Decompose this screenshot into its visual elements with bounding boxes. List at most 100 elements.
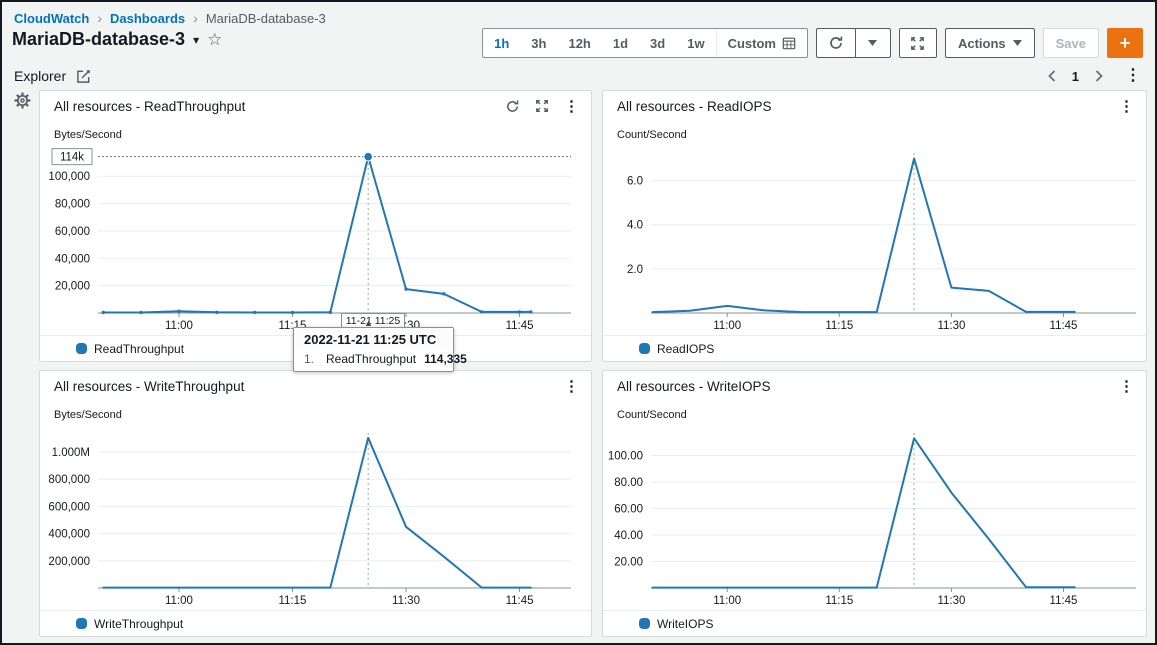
- chart-legend[interactable]: WriteThroughput: [40, 610, 591, 636]
- pager-kebab-menu-icon[interactable]: ⋮: [1125, 68, 1141, 84]
- svg-text:100,000: 100,000: [48, 171, 90, 183]
- breadcrumb-cloudwatch[interactable]: CloudWatch: [14, 11, 89, 26]
- refresh-icon[interactable]: [505, 99, 520, 114]
- range-custom-label: Custom: [728, 36, 776, 51]
- svg-text:800,000: 800,000: [48, 474, 90, 486]
- legend-label: ReadThroughput: [94, 342, 184, 356]
- svg-text:60,000: 60,000: [55, 226, 90, 238]
- actions-button[interactable]: Actions: [945, 28, 1035, 58]
- chevron-down-icon: [868, 40, 877, 46]
- chart-canvas[interactable]: 20.0040.0060.0080.00100.0011:0011:1511:3…: [603, 425, 1146, 610]
- svg-text:114k: 114k: [60, 152, 84, 164]
- breadcrumb-dashboards[interactable]: Dashboards: [110, 11, 185, 26]
- time-range-group: 1h 3h 12h 1d 3d 1w Custom: [482, 28, 808, 58]
- chart-widget-writethroughput: All resources - WriteThroughput ⋮ Bytes/…: [39, 370, 592, 637]
- svg-text:11:30: 11:30: [937, 320, 965, 332]
- svg-text:11:15: 11:15: [279, 595, 307, 607]
- kebab-menu-icon[interactable]: ⋮: [564, 379, 579, 394]
- range-3h[interactable]: 3h: [520, 29, 557, 57]
- chevron-left-icon[interactable]: [1048, 70, 1056, 82]
- range-1w[interactable]: 1w: [676, 29, 715, 57]
- expand-icon[interactable]: [535, 99, 549, 113]
- refresh-options-button[interactable]: [855, 28, 891, 58]
- chart-canvas[interactable]: 2.04.06.011:0011:1511:3011:45: [603, 145, 1146, 335]
- tooltip-series-name: ReadThroughput: [326, 352, 416, 366]
- svg-text:60.00: 60.00: [614, 504, 643, 516]
- widget-pager: 1 ⋮: [1048, 68, 1141, 84]
- chevron-right-icon[interactable]: [1095, 70, 1103, 82]
- favorite-star-icon[interactable]: ☆: [207, 31, 222, 48]
- legend-marker: [639, 618, 650, 629]
- chevron-down-icon: [1013, 40, 1022, 46]
- svg-text:11:30: 11:30: [392, 595, 420, 607]
- svg-text:11:45: 11:45: [506, 595, 534, 607]
- y-axis-unit-label: Count/Second: [603, 401, 1146, 425]
- hover-timestamp-box: 11-21 11:25: [341, 313, 405, 328]
- chart-title: All resources - ReadIOPS: [617, 99, 772, 114]
- chart-widget-readiops: All resources - ReadIOPS ⋮ Count/Second …: [602, 90, 1147, 362]
- svg-text:11:00: 11:00: [713, 320, 741, 332]
- chart-widget-readthroughput: All resources - ReadThroughput ⋮ Bytes/S…: [39, 90, 592, 362]
- edit-icon[interactable]: [76, 69, 91, 84]
- svg-text:11:30: 11:30: [937, 595, 965, 607]
- range-1d[interactable]: 1d: [602, 29, 639, 57]
- svg-text:2.0: 2.0: [627, 264, 643, 276]
- kebab-menu-icon[interactable]: ⋮: [1119, 379, 1134, 394]
- chart-legend[interactable]: WriteIOPS: [603, 610, 1146, 636]
- legend-label: ReadIOPS: [657, 342, 714, 356]
- explorer-row: Explorer: [14, 68, 91, 84]
- tooltip-series-row: 1. ReadThroughput 114,335: [294, 350, 453, 371]
- chart-canvas[interactable]: 200,000400,000600,000800,0001.000M11:001…: [40, 425, 591, 610]
- svg-text:11:15: 11:15: [825, 595, 853, 607]
- tooltip-series-value: 114,335: [424, 352, 467, 366]
- chart-title: All resources - ReadThroughput: [54, 99, 245, 114]
- kebab-menu-icon[interactable]: ⋮: [564, 99, 579, 114]
- actions-label: Actions: [958, 36, 1006, 51]
- chart-title: All resources - WriteIOPS: [617, 379, 771, 394]
- time-range-toolbar: 1h 3h 12h 1d 3d 1w Custom: [482, 28, 1143, 58]
- svg-text:40,000: 40,000: [55, 253, 90, 265]
- legend-marker: [76, 343, 87, 354]
- y-axis-unit-label: Bytes/Second: [40, 121, 591, 145]
- svg-text:400,000: 400,000: [48, 529, 90, 541]
- calendar-icon: [782, 36, 796, 50]
- svg-text:11:00: 11:00: [165, 320, 193, 332]
- range-1h[interactable]: 1h: [483, 29, 520, 57]
- svg-text:11:45: 11:45: [1050, 595, 1078, 607]
- page-title: MariaDB-database-3: [12, 29, 185, 50]
- range-3d[interactable]: 3d: [639, 29, 676, 57]
- breadcrumb: CloudWatch › Dashboards › MariaDB-databa…: [14, 10, 326, 26]
- title-row: MariaDB-database-3 ▾ ☆: [12, 29, 222, 50]
- legend-marker: [76, 618, 87, 629]
- chart-widget-writeiops: All resources - WriteIOPS ⋮ Count/Second…: [602, 370, 1147, 637]
- chart-legend[interactable]: ReadIOPS: [603, 335, 1146, 361]
- tooltip-series-index: 1.: [304, 352, 314, 366]
- range-12h[interactable]: 12h: [557, 29, 601, 57]
- refresh-button[interactable]: [816, 28, 856, 58]
- svg-text:100.00: 100.00: [608, 451, 643, 463]
- chart-canvas[interactable]: 20,00040,00060,00080,000100,00011:0011:1…: [40, 145, 591, 335]
- svg-text:6.0: 6.0: [627, 176, 643, 188]
- save-button[interactable]: Save: [1043, 28, 1099, 58]
- breadcrumb-separator-icon: ›: [97, 10, 102, 26]
- title-dropdown-caret-icon[interactable]: ▾: [193, 33, 199, 47]
- explorer-label: Explorer: [14, 68, 66, 84]
- explorer-settings-gear-icon[interactable]: [14, 92, 31, 114]
- breadcrumb-current: MariaDB-database-3: [206, 11, 326, 26]
- svg-text:11:45: 11:45: [1050, 320, 1078, 332]
- add-widget-button[interactable]: +: [1107, 28, 1143, 58]
- svg-text:20.00: 20.00: [614, 557, 643, 569]
- expand-icon: [910, 36, 925, 51]
- svg-text:200,000: 200,000: [48, 556, 90, 568]
- kebab-menu-icon[interactable]: ⋮: [1119, 99, 1134, 114]
- chart-title: All resources - WriteThroughput: [54, 379, 244, 394]
- fullscreen-button[interactable]: [899, 28, 937, 58]
- y-axis-unit-label: Count/Second: [603, 121, 1146, 145]
- svg-text:20,000: 20,000: [55, 281, 90, 293]
- range-custom[interactable]: Custom: [716, 29, 807, 57]
- svg-text:80,000: 80,000: [55, 199, 90, 211]
- cloudwatch-dashboard-page: CloudWatch › Dashboards › MariaDB-databa…: [0, 0, 1157, 645]
- svg-text:11:00: 11:00: [713, 595, 741, 607]
- refresh-icon: [828, 35, 844, 51]
- legend-label: WriteIOPS: [657, 617, 713, 631]
